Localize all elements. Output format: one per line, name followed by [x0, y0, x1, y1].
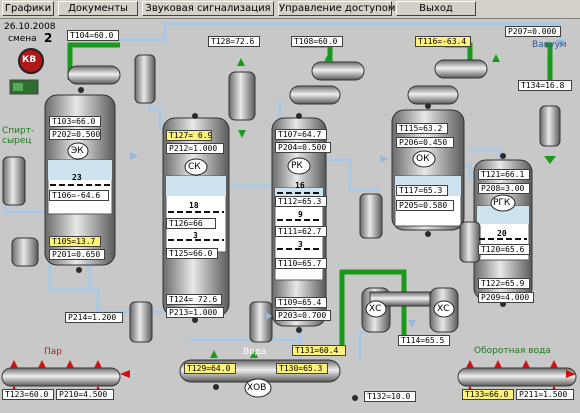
- tag-p203[interactable]: P203=0.700: [275, 310, 331, 321]
- tag-p204[interactable]: P204=0.500: [275, 142, 331, 153]
- tag-p206[interactable]: P206=0.450: [396, 137, 454, 148]
- tag-t103[interactable]: T103=66.0: [49, 116, 101, 127]
- xov-label: ХОВ: [247, 383, 267, 393]
- shift-number: 2: [44, 31, 53, 45]
- column-rk-label: РК: [291, 161, 303, 171]
- tag-t121[interactable]: T121=66.1: [478, 169, 530, 180]
- tag-p210[interactable]: P210=4.500: [56, 389, 114, 400]
- tag-p202[interactable]: P202=0.500: [49, 129, 101, 140]
- tag-t129[interactable]: T129=64.0: [184, 363, 236, 374]
- tag-t122[interactable]: T122=65.9: [478, 278, 530, 289]
- tag-p213[interactable]: P213=1.000: [166, 307, 224, 318]
- tag-t112[interactable]: T112=65.3: [275, 196, 327, 207]
- tag-t134[interactable]: T134=16.8: [518, 80, 572, 91]
- tag-t117[interactable]: T117=65.3: [396, 185, 448, 196]
- tag-t116[interactable]: T116=-63.4: [415, 36, 471, 47]
- tag-t111[interactable]: T111=62.7: [275, 226, 327, 237]
- tag-t123[interactable]: T123=60.0: [2, 389, 54, 400]
- tag-t132[interactable]: T132=10.0: [364, 391, 416, 402]
- tag-t131[interactable]: T131=60.4: [292, 345, 346, 356]
- tag-p212[interactable]: P212=1.000: [166, 143, 224, 154]
- vacuum-label: Вакуум: [532, 40, 567, 50]
- tray-ek-23: 23: [72, 173, 82, 182]
- condenser-1-label: ХС: [369, 304, 382, 314]
- tray-sk-3: 3: [193, 231, 198, 240]
- tray-sk-18: 18: [189, 201, 199, 210]
- recycle-header: [457, 367, 577, 387]
- tag-p211[interactable]: P211=1.500: [516, 389, 574, 400]
- tag-t104[interactable]: T104=60.0: [67, 30, 119, 41]
- scada-mimic-screen: Графики Документы Звуковая сигнализация …: [0, 0, 580, 413]
- tray-rk-16: 16: [295, 181, 305, 190]
- shift-label: смена: [8, 34, 37, 44]
- tag-t126[interactable]: T126=66: [166, 218, 216, 229]
- tag-t114[interactable]: T114=65.5: [398, 335, 450, 346]
- column-ek-label: ЭК: [71, 146, 84, 156]
- water-label: Вода: [243, 347, 267, 357]
- tag-t110[interactable]: T110=65.7: [275, 258, 327, 269]
- steam-header: [1, 367, 121, 387]
- column-rgk-label: РГК: [493, 198, 511, 208]
- tag-t125[interactable]: T125=66.0: [166, 248, 218, 259]
- tag-t124[interactable]: T124= 72.6: [166, 294, 222, 305]
- tag-p201[interactable]: P201=0.650: [49, 249, 105, 260]
- tag-t109[interactable]: T109=65.4: [275, 297, 327, 308]
- tag-p205[interactable]: P205=0.580: [396, 200, 454, 211]
- tag-t105[interactable]: T105=13.7: [49, 236, 101, 247]
- tag-p209[interactable]: P209=4.000: [478, 292, 534, 303]
- tray-rk-3: 3: [298, 240, 303, 249]
- tag-p208[interactable]: P208=3.00: [478, 183, 530, 194]
- feed-vessel: [2, 156, 26, 206]
- tag-t106[interactable]: T106=-64.6: [49, 190, 109, 201]
- tag-t130[interactable]: T130=65.3: [276, 363, 328, 374]
- tag-t115[interactable]: T115=63.2: [396, 123, 448, 134]
- steam-label: Пар: [44, 347, 62, 357]
- logo-text: КВ: [22, 55, 37, 65]
- tag-t120[interactable]: T120=65.6: [478, 244, 530, 255]
- tag-t128[interactable]: T128=72.6: [208, 36, 260, 47]
- condenser-2-label: ХС: [437, 304, 450, 314]
- tray-rgk-20: 20: [497, 229, 507, 238]
- spirit-raw-label: Спирт- сырец: [2, 126, 35, 146]
- tag-t133[interactable]: T133=66.0: [462, 389, 514, 400]
- tray-rk-9: 9: [298, 210, 303, 219]
- tag-t107[interactable]: T107=64.7: [275, 129, 327, 140]
- tag-p207[interactable]: P207=0.000: [505, 26, 561, 37]
- recycle-water-label: Оборотная вода: [474, 346, 551, 356]
- tag-t127[interactable]: T127= 6.9: [166, 130, 212, 141]
- column-sk-label: СК: [188, 162, 201, 172]
- status-display-cell: [13, 83, 23, 91]
- column-ok-label: ОК: [416, 154, 430, 164]
- tag-t108[interactable]: T108=60.0: [291, 36, 343, 47]
- tag-p214[interactable]: P214=1.200: [65, 312, 123, 323]
